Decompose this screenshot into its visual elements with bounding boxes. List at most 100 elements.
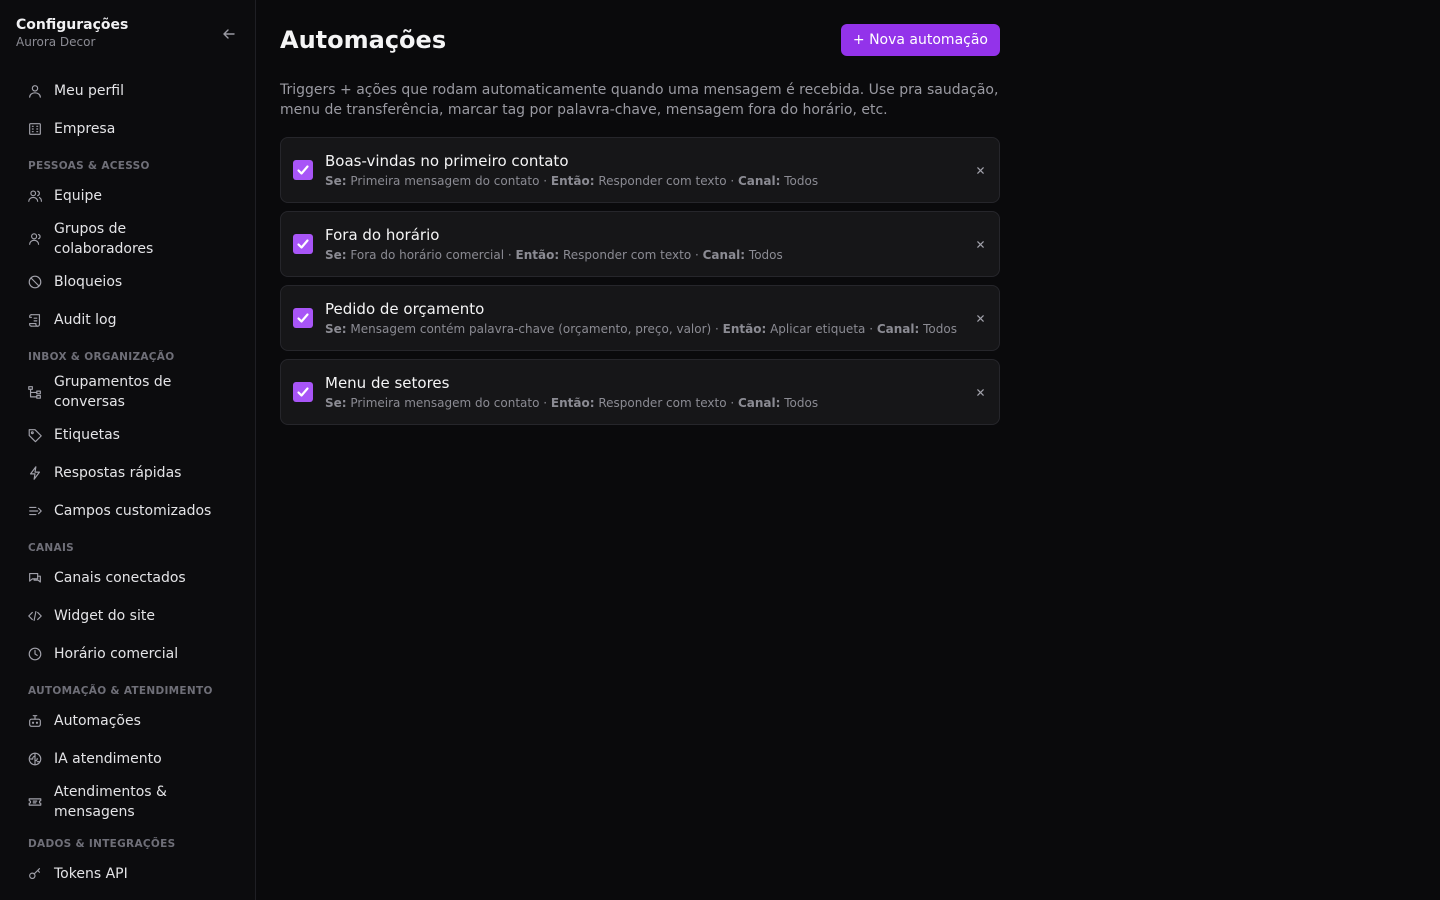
clock-icon xyxy=(26,645,44,663)
close-icon xyxy=(976,388,984,396)
delete-automation-button[interactable] xyxy=(973,385,987,399)
automation-card[interactable]: Pedido de orçamento Se: Mensagem contém p… xyxy=(280,285,1000,351)
sidebar-item-automações[interactable]: Automações xyxy=(0,702,255,740)
automation-details: Boas-vindas no primeiro contato Se: Prime… xyxy=(325,151,987,189)
page-header: Automações + Nova automação xyxy=(280,0,1000,56)
if-label: Se: xyxy=(325,174,347,188)
sidebar-item-ia-atendimento[interactable]: IA atendimento xyxy=(0,740,255,778)
sidebar-nav: Meu perfil Empresa PESSOAS & ACESSO Equipe G… xyxy=(0,72,255,893)
channel-label: Canal: xyxy=(702,248,746,262)
automation-enabled-checkbox[interactable] xyxy=(293,308,313,328)
action-text: Aplicar etiqueta · xyxy=(766,322,877,336)
sidebar-item-respostas-rápidas[interactable]: Respostas rápidas xyxy=(0,454,255,492)
channel-label: Canal: xyxy=(876,322,920,336)
action-text: Responder com texto · xyxy=(594,396,738,410)
automation-title: Menu de setores xyxy=(325,374,450,392)
channel-text: Todos xyxy=(919,322,957,336)
app-root: Configurações Aurora Decor Meu perfil Emp… xyxy=(0,0,1440,900)
sidebar-item-empresa[interactable]: Empresa xyxy=(0,110,255,148)
if-label: Se: xyxy=(325,396,347,410)
list-arrow-icon xyxy=(26,502,44,520)
sidebar-item-label: Tokens API xyxy=(54,866,128,882)
sidebar-item-grupos-de-colaboradores[interactable]: Grupos de colaboradores xyxy=(0,215,255,263)
automation-card[interactable]: Menu de setores Se: Primeira mensagem do … xyxy=(280,359,1000,425)
automation-card[interactable]: Boas-vindas no primeiro contato Se: Prime… xyxy=(280,137,1000,203)
automation-details: Fora do horário Se: Fora do horário comer… xyxy=(325,225,987,263)
building-icon xyxy=(26,120,44,138)
then-label: Então: xyxy=(722,322,767,336)
code-icon xyxy=(26,607,44,625)
users-icon xyxy=(26,187,44,205)
delete-automation-button[interactable] xyxy=(973,237,987,251)
automation-card[interactable]: Fora do horário Se: Fora do horário comer… xyxy=(280,211,1000,277)
sidebar-item-audit-log[interactable]: Audit log xyxy=(0,301,255,339)
automation-title: Pedido de orçamento xyxy=(325,300,485,318)
sidebar-item-tokens-api[interactable]: Tokens API xyxy=(0,855,255,893)
sidebar-item-grupamentos-de-conversas[interactable]: Grupamentos de conversas xyxy=(0,368,255,416)
channel-text: Todos xyxy=(745,248,783,262)
sidebar-subtitle: Aurora Decor xyxy=(16,35,96,49)
automation-list: Boas-vindas no primeiro contato Se: Prime… xyxy=(280,137,1000,425)
close-icon xyxy=(976,314,984,322)
trigger-text: Primeira mensagem do contato · xyxy=(346,174,551,188)
sidebar-item-label: Horário comercial xyxy=(54,646,179,662)
close-icon xyxy=(976,166,984,174)
if-label: Se: xyxy=(325,322,347,336)
sidebar-item-equipe[interactable]: Equipe xyxy=(0,177,255,215)
if-label: Se: xyxy=(325,248,347,262)
bot-icon xyxy=(26,712,44,730)
settings-sidebar: Configurações Aurora Decor Meu perfil Emp… xyxy=(0,0,256,900)
channel-label: Canal: xyxy=(737,396,781,410)
page-title: Automações xyxy=(280,26,447,54)
sidebar-item-label: IA atendimento xyxy=(54,751,162,767)
collapse-sidebar-button[interactable] xyxy=(219,24,239,44)
sidebar-item-etiquetas[interactable]: Etiquetas xyxy=(0,416,255,454)
automation-enabled-checkbox[interactable] xyxy=(293,234,313,254)
sidebar-item-campos-customizados[interactable]: Campos customizados xyxy=(0,492,255,530)
sidebar-item-label: Campos customizados xyxy=(54,503,212,519)
ban-icon xyxy=(26,273,44,291)
sidebar-item-widget-do-site[interactable]: Widget do site xyxy=(0,597,255,635)
zap-icon xyxy=(26,464,44,482)
check-icon xyxy=(297,165,309,175)
check-icon xyxy=(297,239,309,249)
sidebar-section-heading: DADOS & INTEGRAÇÕES xyxy=(28,838,176,850)
automation-enabled-checkbox[interactable] xyxy=(293,160,313,180)
sidebar-section-heading: CANAIS xyxy=(28,542,75,554)
then-label: Então: xyxy=(550,174,595,188)
check-icon xyxy=(297,387,309,397)
sidebar-item-canais-conectados[interactable]: Canais conectados xyxy=(0,559,255,597)
sidebar-item-label: Equipe xyxy=(54,188,102,204)
automation-details: Pedido de orçamento Se: Mensagem contém p… xyxy=(325,299,987,337)
sidebar-item-label: Canais conectados xyxy=(54,570,186,586)
automation-title: Boas-vindas no primeiro contato xyxy=(325,152,569,170)
delete-automation-button[interactable] xyxy=(973,163,987,177)
automation-summary: Se: Primeira mensagem do contato · Então… xyxy=(325,173,987,189)
automation-summary: Se: Mensagem contém palavra-chave (orçam… xyxy=(325,321,987,337)
automation-details: Menu de setores Se: Primeira mensagem do … xyxy=(325,373,987,411)
action-text: Responder com texto · xyxy=(594,174,738,188)
close-icon xyxy=(976,240,984,248)
sidebar-item-label: Bloqueios xyxy=(54,274,123,290)
sidebar-item-bloqueios[interactable]: Bloqueios xyxy=(0,263,255,301)
tag-icon xyxy=(26,426,44,444)
delete-automation-button[interactable] xyxy=(973,311,987,325)
sidebar-item-label: Widget do site xyxy=(54,608,155,624)
user-group-icon xyxy=(26,230,44,248)
automation-summary: Se: Primeira mensagem do contato · Então… xyxy=(325,395,987,411)
automation-summary: Se: Fora do horário comercial · Então: R… xyxy=(325,247,987,263)
sidebar-item-meu-perfil[interactable]: Meu perfil xyxy=(0,72,255,110)
trigger-text: Mensagem contém palavra-chave (orçamento… xyxy=(346,322,723,336)
sidebar-item-label: Grupamentos de conversas xyxy=(54,374,172,410)
sidebar-item-horário-comercial[interactable]: Horário comercial xyxy=(0,635,255,673)
trigger-text: Primeira mensagem do contato · xyxy=(346,396,551,410)
sidebar-item-atendimentos-mensagens[interactable]: Atendimentos & mensagens xyxy=(0,778,255,826)
sidebar-item-label: Audit log xyxy=(54,312,117,328)
automation-enabled-checkbox[interactable] xyxy=(293,382,313,402)
main-content: Automações + Nova automação Triggers + a… xyxy=(256,0,1440,900)
chat-icon xyxy=(26,569,44,587)
then-label: Então: xyxy=(550,396,595,410)
sidebar-section-heading: AUTOMAÇÃO & ATENDIMENTO xyxy=(28,685,213,697)
new-automation-button[interactable]: + Nova automação xyxy=(840,24,1000,56)
then-label: Então: xyxy=(515,248,560,262)
